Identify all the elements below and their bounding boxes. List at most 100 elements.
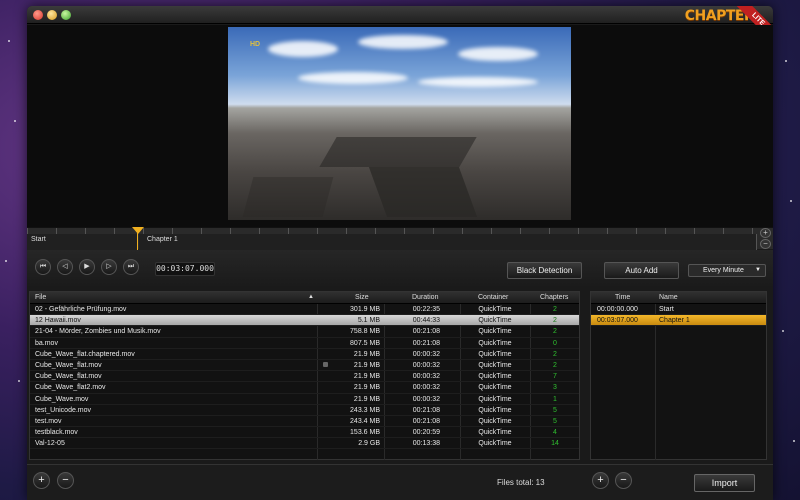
video-preview[interactable]: HD xyxy=(228,27,571,220)
files-table: File ▲ Size Duration Container Chapters … xyxy=(29,291,580,460)
cell-chapters: 14 xyxy=(551,440,559,448)
cell-duration: 00:21:08 xyxy=(412,417,440,425)
interval-select[interactable]: Every Minute ▼ xyxy=(688,264,766,277)
auto-add-button[interactable]: Auto Add xyxy=(604,262,679,279)
cell-container: QuickTime xyxy=(478,406,512,414)
cell-container: QuickTime xyxy=(478,317,512,325)
zoom-in-icon[interactable]: + xyxy=(760,228,771,238)
cell-chapters: 2 xyxy=(553,350,557,358)
timeline-chapter-start[interactable]: Start xyxy=(27,234,138,250)
cell-file: test.mov xyxy=(35,417,62,425)
cell-container: QuickTime xyxy=(478,328,512,336)
cell-size: 21.9 MB xyxy=(353,373,380,381)
cell-file: Val-12-05 xyxy=(35,440,65,448)
previous-icon[interactable]: ◁ xyxy=(57,259,73,275)
skip-to-start-icon[interactable]: ⏮ xyxy=(35,259,51,275)
table-row[interactable]: Cube_Wave_flat.mov 21.9 MB 00:00:32 QuickTi… xyxy=(30,360,579,372)
cell-file: 02 - Gefährliche Prüfung.mov xyxy=(35,306,127,313)
cell-file: test_Unicode.mov xyxy=(35,406,92,414)
next-icon[interactable]: ▷ xyxy=(101,259,117,275)
table-row[interactable]: 21-04 - Mörder, Zombies und Musik.mov 758… xyxy=(30,326,579,338)
cell-duration: 00:21:08 xyxy=(412,406,440,414)
cell-size: 2.9 GB xyxy=(358,440,380,448)
table-row[interactable]: test_Unicode.mov 243.3 MB 00:21:08 QuickTim… xyxy=(30,405,579,416)
close-button[interactable] xyxy=(33,10,43,20)
table-row[interactable]: Cube_Wave_flat2.mov 21.9 MB 00:00:32 QuickT… xyxy=(30,382,579,394)
col-duration[interactable]: Duration xyxy=(412,294,438,301)
cell-name: Start xyxy=(659,306,674,313)
cell-container: QuickTime xyxy=(478,350,512,358)
cell-time: 00:00:00.000 xyxy=(597,306,638,313)
cell-container: QuickTime xyxy=(478,306,512,313)
cell-name: Chapter 1 xyxy=(659,317,690,325)
col-file[interactable]: File xyxy=(35,294,46,301)
play-icon[interactable]: ▶ xyxy=(79,259,95,275)
table-row[interactable]: testblack.mov 153.6 MB 00:20:59 QuickTime 4 xyxy=(30,427,579,439)
table-row[interactable]: test.mov 243.4 MB 00:21:08 QuickTime 5 xyxy=(30,416,579,428)
cell-chapters: 4 xyxy=(553,429,557,437)
chevron-down-icon: ▼ xyxy=(755,267,761,273)
list-item[interactable]: 00:00:00.000 Start xyxy=(591,304,766,316)
cell-file: Cube_Wave_flat.mov xyxy=(35,361,102,369)
cell-chapters: 7 xyxy=(553,373,557,381)
cell-chapters: 5 xyxy=(553,406,557,414)
cell-size: 243.3 MB xyxy=(350,406,380,414)
skip-to-end-icon[interactable]: ⏭ xyxy=(123,259,139,275)
cell-container: QuickTime xyxy=(478,417,512,425)
table-row[interactable]: Cube_Wave_flat.mov 21.9 MB 00:00:32 QuickTi… xyxy=(30,371,579,383)
table-row[interactable]: ba.mov 807.5 MB 00:21:08 QuickTime 0 xyxy=(30,338,579,349)
cell-container: QuickTime xyxy=(478,429,512,437)
black-detection-button[interactable]: Black Detection xyxy=(507,262,582,279)
cell-chapters: 5 xyxy=(553,417,557,425)
cell-duration: 00:13:38 xyxy=(412,440,440,448)
cell-duration: 00:00:32 xyxy=(412,384,440,392)
import-button[interactable]: Import xyxy=(694,474,755,492)
col-size[interactable]: Size xyxy=(355,294,369,301)
cell-file: Cube_Wave_flat.mov xyxy=(35,373,102,381)
cell-file: 12 Hawaii.mov xyxy=(35,317,81,325)
cell-duration: 00:20:59 xyxy=(412,429,440,437)
remove-chapter-button[interactable]: − xyxy=(615,472,632,489)
table-row[interactable]: Cube_Wave.mov 21.9 MB 00:00:32 QuickTime 1 xyxy=(30,394,579,405)
cell-chapters: 3 xyxy=(553,384,557,392)
cell-file: testblack.mov xyxy=(35,429,78,437)
table-row[interactable]: Cube_Wave_flat.chaptered.mov 21.9 MB 00:00… xyxy=(30,349,579,360)
col-time[interactable]: Time xyxy=(615,294,630,301)
col-name[interactable]: Name xyxy=(659,294,678,301)
col-container[interactable]: Container xyxy=(478,294,508,301)
cell-duration: 00:00:32 xyxy=(412,350,440,358)
add-chapter-button[interactable]: + xyxy=(592,472,609,489)
chapter-timeline[interactable]: Start Chapter 1 + − xyxy=(27,227,773,250)
title-bar[interactable]: CHAPTERit LITE xyxy=(27,6,773,42)
zoom-out-icon[interactable]: − xyxy=(760,239,771,249)
timecode-display: 00:03:07.000 xyxy=(155,262,215,276)
cell-size: 758.8 MB xyxy=(350,328,380,336)
cell-container: QuickTime xyxy=(478,440,512,448)
cell-container: QuickTime xyxy=(478,361,512,369)
zoom-button[interactable] xyxy=(61,10,71,20)
cell-container: QuickTime xyxy=(478,339,512,347)
lock-icon xyxy=(323,361,328,367)
add-file-button[interactable]: + xyxy=(33,472,50,489)
minimize-button[interactable] xyxy=(47,10,57,20)
cell-chapters: 0 xyxy=(553,339,557,347)
table-row[interactable]: 12 Hawaii.mov 5.1 MB 00:44:33 QuickTime 2 xyxy=(30,315,579,327)
cell-duration: 00:00:32 xyxy=(412,361,440,369)
table-row[interactable]: 02 - Gefährliche Prüfung.mov 301.9 MB 00:2… xyxy=(30,304,579,316)
cell-size: 21.9 MB xyxy=(353,350,380,358)
cell-size: 21.9 MB xyxy=(353,384,380,392)
col-chapters[interactable]: Chapters xyxy=(540,294,568,301)
timeline-chapter-1[interactable]: Chapter 1 xyxy=(139,234,757,250)
cell-duration: 00:21:08 xyxy=(412,339,440,347)
list-item[interactable]: 00:03:07.000 Chapter 1 xyxy=(591,315,766,327)
table-row[interactable]: Val-12-05 2.9 GB 00:13:38 QuickTime 14 xyxy=(30,438,579,450)
cell-chapters: 2 xyxy=(553,328,557,336)
cell-chapters: 1 xyxy=(553,395,557,403)
cell-chapters: 2 xyxy=(553,361,557,369)
cell-container: QuickTime xyxy=(478,395,512,403)
cell-duration: 00:00:32 xyxy=(412,395,440,403)
sort-ascending-icon[interactable]: ▲ xyxy=(308,294,314,300)
remove-file-button[interactable]: − xyxy=(57,472,74,489)
cell-duration: 00:21:08 xyxy=(412,328,440,336)
playhead-handle-icon[interactable] xyxy=(132,227,144,234)
